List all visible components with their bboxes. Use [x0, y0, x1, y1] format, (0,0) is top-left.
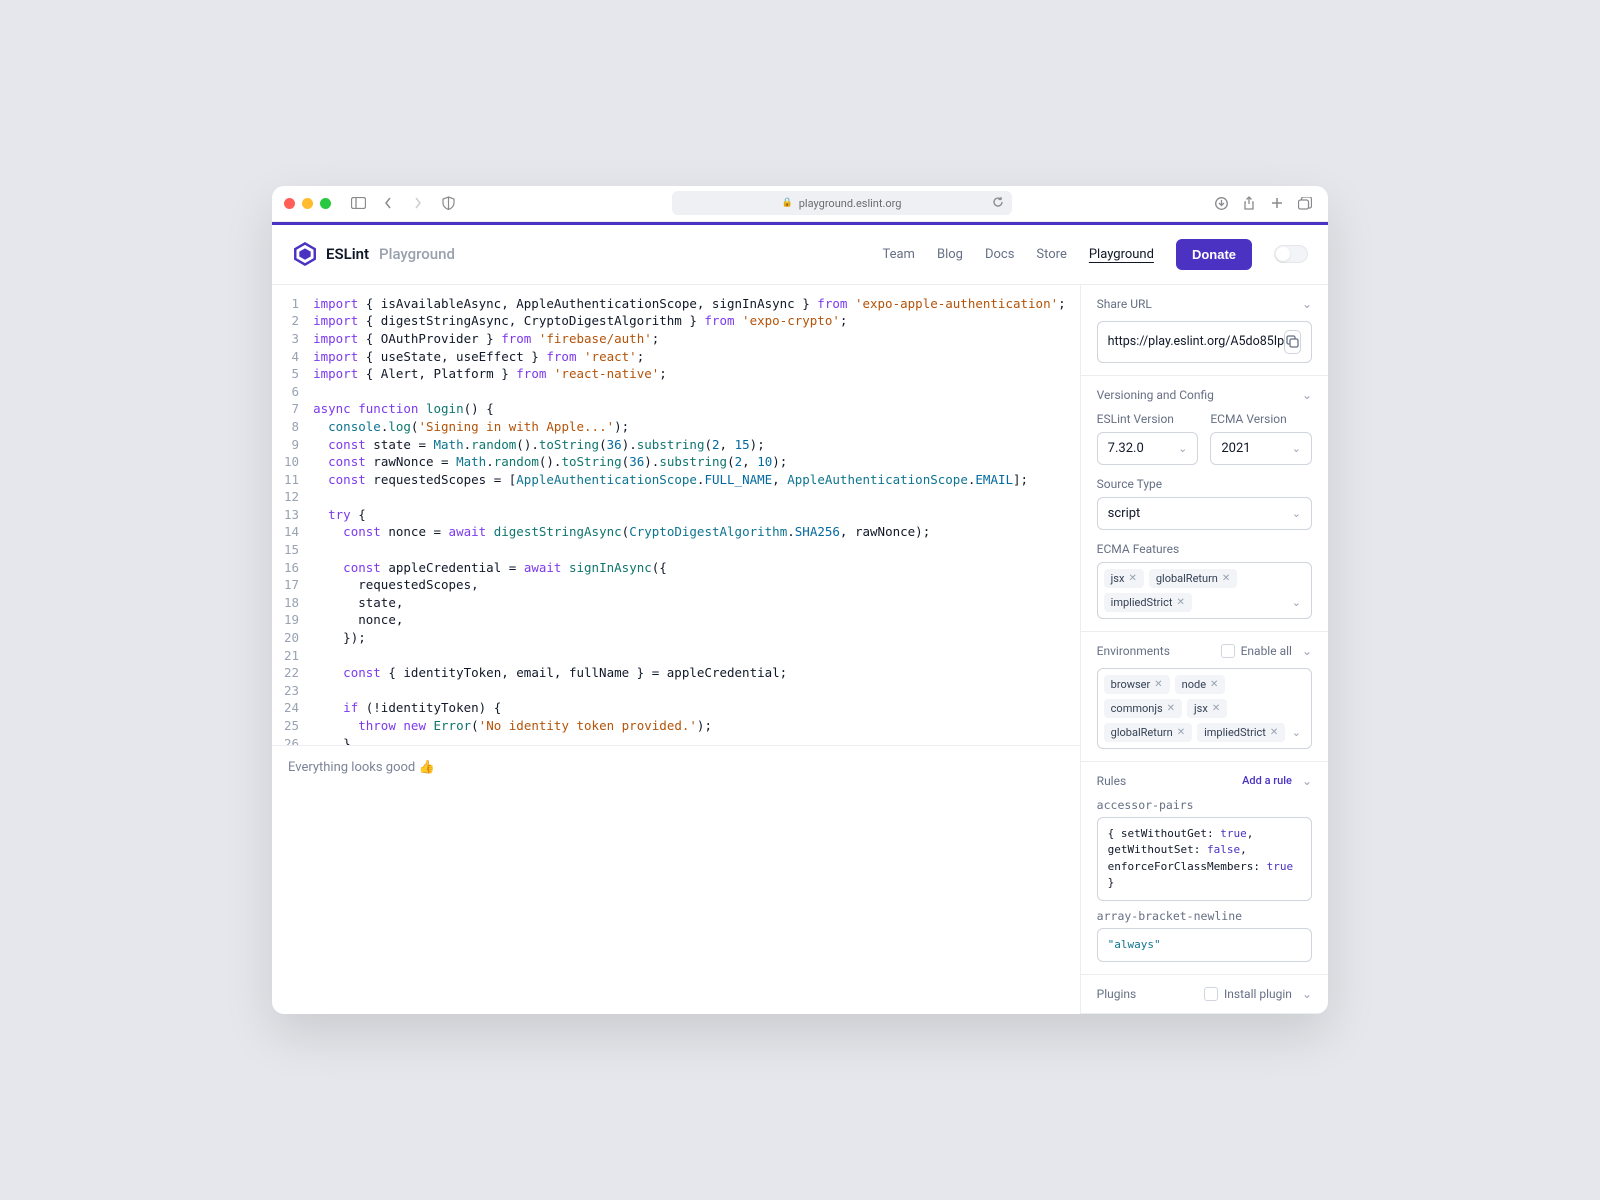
add-rule-link[interactable]: Add a rule — [1242, 774, 1292, 787]
chevron-down-icon[interactable]: ⌄ — [1302, 297, 1312, 311]
privacy-shield-icon[interactable] — [437, 192, 459, 214]
remove-tag-icon[interactable]: ✕ — [1212, 703, 1220, 714]
plugins-label: Plugins — [1097, 987, 1137, 1001]
nav-link-store[interactable]: Store — [1036, 247, 1066, 262]
source-type-select[interactable]: script ⌄ — [1097, 497, 1312, 530]
nav-link-playground[interactable]: Playground — [1089, 247, 1154, 262]
tag-jsx[interactable]: jsx ✕ — [1104, 569, 1144, 588]
reload-icon[interactable] — [992, 196, 1004, 211]
enable-all-checkbox[interactable]: Enable all — [1221, 644, 1292, 658]
back-button[interactable] — [377, 192, 399, 214]
new-tab-icon[interactable] — [1266, 192, 1288, 214]
tag-globalReturn[interactable]: globalReturn ✕ — [1104, 723, 1192, 742]
rule-config[interactable]: "always" — [1097, 928, 1312, 963]
rule-name: array-bracket-newline — [1097, 909, 1312, 923]
nav-link-blog[interactable]: Blog — [937, 247, 963, 262]
theme-toggle[interactable] — [1274, 245, 1308, 263]
nav-link-docs[interactable]: Docs — [985, 247, 1014, 262]
section-environments: Environments Enable all ⌄ browser ✕ node … — [1081, 632, 1328, 762]
install-plugin-checkbox[interactable]: Install plugin — [1204, 987, 1292, 1001]
chevron-down-icon: ⌄ — [1178, 442, 1187, 455]
chevron-down-icon[interactable]: ⌄ — [1302, 774, 1312, 788]
tag-jsx[interactable]: jsx ✕ — [1187, 699, 1227, 718]
section-rules: Rules Add a rule ⌄ accessor-pairs { setWi… — [1081, 762, 1328, 976]
close-window-button[interactable] — [284, 198, 295, 209]
section-plugins: Plugins Install plugin ⌄ — [1081, 975, 1328, 1014]
config-sidebar: Share URL ⌄ https://play.eslint.org/A5do… — [1081, 285, 1328, 1015]
eslint-version-label: ESLint Version — [1097, 412, 1199, 426]
maximize-window-button[interactable] — [320, 198, 331, 209]
tag-commonjs[interactable]: commonjs ✕ — [1104, 699, 1182, 718]
share-url-label: Share URL — [1097, 297, 1152, 311]
chevron-down-icon[interactable]: ⌄ — [1302, 987, 1312, 1001]
remove-tag-icon[interactable]: ✕ — [1128, 573, 1136, 584]
ecma-features-label: ECMA Features — [1097, 542, 1312, 556]
ecma-features-tagbox[interactable]: jsx ✕ globalReturn ✕ impliedStrict ✕ ⌄ — [1097, 562, 1312, 619]
brand-sub: Playground — [379, 245, 455, 263]
eslint-logo-icon — [292, 241, 318, 267]
url-text: playground.eslint.org — [799, 197, 902, 210]
chevron-down-icon[interactable]: ⌄ — [1302, 644, 1312, 658]
share-url-text: https://play.eslint.org/A5do85Ip — [1108, 334, 1285, 349]
donate-button[interactable]: Donate — [1176, 239, 1252, 270]
line-gutter: 1 2 3 4 5 6 7 8 9 10 11 12 13 14 15 16 1… — [272, 285, 307, 745]
environments-label: Environments — [1097, 644, 1170, 658]
body: 1 2 3 4 5 6 7 8 9 10 11 12 13 14 15 16 1… — [272, 285, 1328, 1015]
rule-config[interactable]: { setWithoutGet: true, getWithoutSet: fa… — [1097, 817, 1312, 901]
section-versioning: Versioning and Config ⌄ ESLint Version 7… — [1081, 376, 1328, 632]
traffic-lights — [284, 198, 331, 209]
browser-window: 🔒 playground.eslint.org — [272, 186, 1328, 1015]
status-bar: Everything looks good 👍 — [272, 745, 1080, 789]
code-content[interactable]: import { isAvailableAsync, AppleAuthenti… — [307, 285, 1080, 745]
share-url-field[interactable]: https://play.eslint.org/A5do85Ip — [1097, 321, 1312, 363]
chevron-down-icon: ⌄ — [1292, 442, 1301, 455]
nav: Team Blog Docs Store Playground Donate — [882, 239, 1308, 270]
titlebar: 🔒 playground.eslint.org — [272, 186, 1328, 222]
tag-globalReturn[interactable]: globalReturn ✕ — [1149, 569, 1237, 588]
chevron-down-icon[interactable]: ⌄ — [1302, 388, 1312, 402]
url-field[interactable]: 🔒 playground.eslint.org — [672, 191, 1012, 215]
tag-impliedStrict[interactable]: impliedStrict ✕ — [1197, 723, 1285, 742]
minimize-window-button[interactable] — [302, 198, 313, 209]
ecma-version-label: ECMA Version — [1210, 412, 1312, 426]
code-editor[interactable]: 1 2 3 4 5 6 7 8 9 10 11 12 13 14 15 16 1… — [272, 285, 1080, 745]
ecma-version-select[interactable]: 2021 ⌄ — [1210, 432, 1312, 465]
remove-tag-icon[interactable]: ✕ — [1154, 679, 1162, 690]
remove-tag-icon[interactable]: ✕ — [1210, 679, 1218, 690]
rule-name: accessor-pairs — [1097, 798, 1312, 812]
chevron-down-icon: ⌄ — [1292, 507, 1301, 520]
share-icon[interactable] — [1238, 192, 1260, 214]
remove-tag-icon[interactable]: ✕ — [1167, 703, 1175, 714]
tag-node[interactable]: node ✕ — [1175, 675, 1226, 694]
chevron-down-icon: ⌄ — [1292, 726, 1305, 739]
app-header: ESLint Playground Team Blog Docs Store Playg… — [272, 225, 1328, 285]
nav-link-team[interactable]: Team — [882, 247, 915, 262]
brand-name: ESLint — [326, 245, 369, 263]
download-icon[interactable] — [1210, 192, 1232, 214]
eslint-version-select[interactable]: 7.32.0 ⌄ — [1097, 432, 1199, 465]
sidebar-toggle-icon[interactable] — [347, 192, 369, 214]
section-share: Share URL ⌄ https://play.eslint.org/A5do… — [1081, 285, 1328, 376]
tabs-icon[interactable] — [1294, 192, 1316, 214]
remove-tag-icon[interactable]: ✕ — [1270, 727, 1278, 738]
editor-pane: 1 2 3 4 5 6 7 8 9 10 11 12 13 14 15 16 1… — [272, 285, 1081, 1015]
remove-tag-icon[interactable]: ✕ — [1222, 573, 1230, 584]
rules-label: Rules — [1097, 774, 1126, 788]
forward-button[interactable] — [407, 192, 429, 214]
environments-tagbox[interactable]: browser ✕ node ✕ commonjs ✕ jsx ✕ globalRetu… — [1097, 668, 1312, 749]
versioning-label: Versioning and Config — [1097, 388, 1214, 402]
copy-icon[interactable] — [1284, 330, 1301, 354]
tag-browser[interactable]: browser ✕ — [1104, 675, 1170, 694]
lock-icon: 🔒 — [782, 198, 793, 208]
source-type-label: Source Type — [1097, 477, 1312, 491]
chevron-down-icon: ⌄ — [1292, 596, 1305, 609]
remove-tag-icon[interactable]: ✕ — [1177, 727, 1185, 738]
remove-tag-icon[interactable]: ✕ — [1176, 597, 1184, 608]
tag-impliedStrict[interactable]: impliedStrict ✕ — [1104, 593, 1192, 612]
brand[interactable]: ESLint Playground — [292, 241, 455, 267]
